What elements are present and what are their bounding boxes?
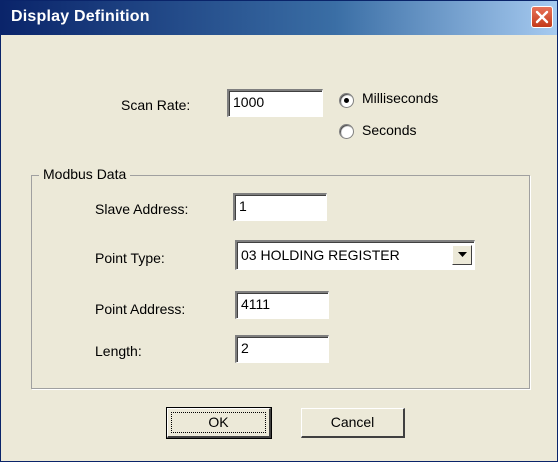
ok-button[interactable]: OK [166,407,272,439]
point-type-select[interactable]: 03 HOLDING REGISTER [235,240,475,270]
milliseconds-label: Milliseconds [362,90,439,106]
length-input[interactable]: 2 [235,335,329,363]
point-type-value: 03 HOLDING REGISTER [241,247,400,263]
point-address-input[interactable]: 4111 [235,291,329,319]
seconds-label: Seconds [362,122,417,138]
cancel-button-label: Cancel [330,414,375,430]
scan-rate-label: Scan Rate: [121,97,191,113]
modbus-data-legend: Modbus Data [39,166,131,182]
seconds-radio[interactable] [339,124,354,139]
radio-selected-dot [344,98,349,103]
milliseconds-radio[interactable] [339,93,354,108]
cancel-button[interactable]: Cancel [301,408,405,438]
chevron-down-icon [458,252,467,257]
close-icon [535,10,549,24]
length-label: Length: [95,343,142,359]
close-button[interactable] [531,6,553,28]
display-definition-dialog: Display Definition Scan Rate: 1000 Milli… [0,0,558,462]
focus-rectangle [171,412,266,433]
window-title: Display Definition [11,8,150,25]
point-address-label: Point Address: [95,301,186,317]
dropdown-button[interactable] [452,245,472,265]
scan-rate-input[interactable]: 1000 [227,89,323,117]
title-bar[interactable]: Display Definition [1,1,557,35]
slave-address-input[interactable]: 1 [233,193,327,221]
slave-address-label: Slave Address: [95,201,189,217]
point-type-label: Point Type: [95,250,165,266]
